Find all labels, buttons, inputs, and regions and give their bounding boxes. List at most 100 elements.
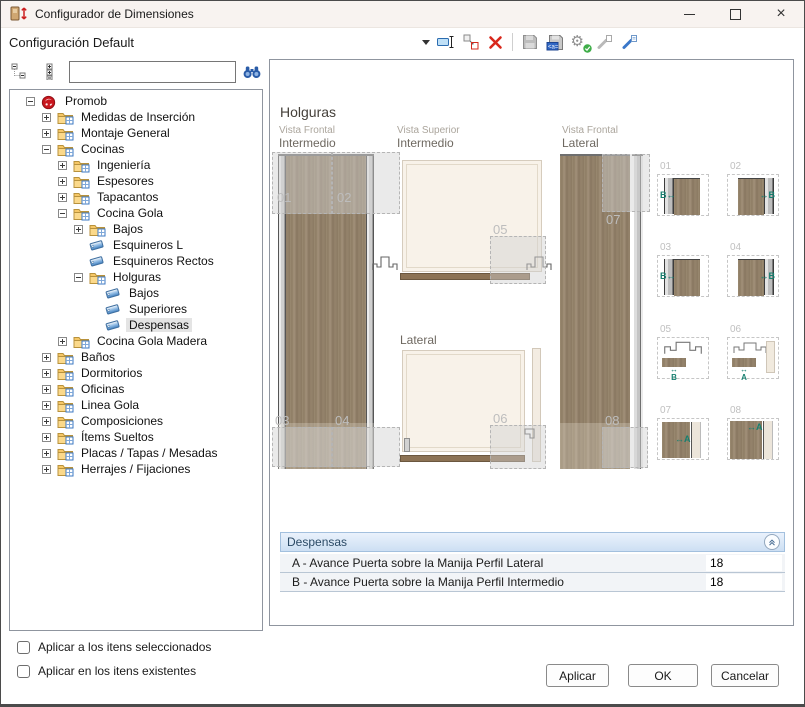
rename-config-icon[interactable] <box>433 31 458 53</box>
hinge-block <box>404 438 410 452</box>
collapse-icon[interactable] <box>58 209 67 218</box>
tree-item-herrajes-fijaciones[interactable]: Herrajes / Fijaciones <box>10 461 262 477</box>
tree-item-promob[interactable]: Promob <box>10 93 262 109</box>
dimension-value-input[interactable] <box>706 555 782 571</box>
cancelar-button[interactable]: Cancelar <box>711 664 779 687</box>
apply-config-icon[interactable]: ⚙ <box>567 31 592 53</box>
expand-icon[interactable] <box>58 193 67 202</box>
expand-icon[interactable] <box>58 337 67 346</box>
gola-profile-outline <box>733 340 767 356</box>
tree-item-ingenier-a[interactable]: Ingeniería <box>10 157 262 173</box>
tree-item-medidas-de-inserci-n[interactable]: Medidas de Inserción <box>10 109 262 125</box>
thumbnail-number: 02 <box>730 161 741 172</box>
expand-icon[interactable] <box>42 433 51 442</box>
tree-item-label: Bajos <box>110 222 146 236</box>
tree-item-composiciones[interactable]: Composiciones <box>10 413 262 429</box>
collapse-icon[interactable] <box>42 145 51 154</box>
maximize-button[interactable] <box>712 1 758 27</box>
tree-item-label: Medidas de Inserción <box>78 110 198 124</box>
folder-icon <box>57 367 74 380</box>
checkbox-aplicar-en-los-itens-existentes[interactable]: Aplicar en los itens existentes <box>17 661 196 681</box>
tree-item-ba-os[interactable]: Baños <box>10 349 262 365</box>
collapse-all-icon[interactable] <box>11 63 29 81</box>
checkbox-box[interactable] <box>17 641 30 654</box>
tree-item-label: Esquineros L <box>110 238 186 252</box>
tree-item-cocina-gola[interactable]: Cocina Gola <box>10 205 262 221</box>
folder-icon <box>57 111 74 124</box>
expand-icon[interactable] <box>42 129 51 138</box>
expand-icon[interactable] <box>42 369 51 378</box>
tree-item-placas-tapas-mesadas[interactable]: Placas / Tapas / Mesadas <box>10 445 262 461</box>
expand-icon[interactable] <box>58 177 67 186</box>
clearance-overlay-05: 05 <box>490 236 546 284</box>
window-controls: × <box>666 1 804 27</box>
tree-item-superiores[interactable]: Superiores <box>10 301 262 317</box>
tree-item-montaje-general[interactable]: Montaje General <box>10 125 262 141</box>
clearance-overlay-01: 01 <box>272 152 332 214</box>
expand-icon[interactable] <box>42 385 51 394</box>
save-script-icon[interactable]: <a= <box>542 31 567 53</box>
configuration-toolbar: Configuración Default <box>1 28 804 56</box>
tree-item-oficinas[interactable]: Oficinas <box>10 381 262 397</box>
checkbox-box[interactable] <box>17 665 30 678</box>
expand-icon[interactable] <box>42 417 51 426</box>
tree-item-esquineros-rectos[interactable]: Esquineros Rectos <box>10 253 262 269</box>
dimension-letter: ↔B <box>760 190 776 200</box>
collapse-icon[interactable] <box>74 273 83 282</box>
collapse-icon[interactable] <box>26 97 35 106</box>
expand-all-icon[interactable] <box>41 63 59 81</box>
expand-icon[interactable] <box>42 113 51 122</box>
expand-icon[interactable] <box>42 401 51 410</box>
tree-item-label: Superiores <box>126 302 190 316</box>
folder-icon <box>57 431 74 444</box>
expand-icon[interactable] <box>42 465 51 474</box>
dimension-value-input[interactable] <box>706 574 782 590</box>
detail-thumbnail-08: 08↔A <box>727 418 779 460</box>
tree-search-input[interactable] <box>69 61 236 83</box>
tree-item-cocinas[interactable]: Cocinas <box>10 141 262 157</box>
delete-config-icon[interactable] <box>483 31 508 53</box>
tree-item-linea-gola[interactable]: Linea Gola <box>10 397 262 413</box>
ok-button[interactable]: OK <box>628 664 698 687</box>
toolbar-icons: <a= ⚙ <box>419 28 642 56</box>
tag-icon <box>105 319 122 332</box>
thumbnail-number: 06 <box>730 324 741 335</box>
tree-item-tapacantos[interactable]: Tapacantos <box>10 189 262 205</box>
collapse-group-icon[interactable] <box>764 534 780 550</box>
thumbnail-number: 03 <box>660 242 671 253</box>
despensas-group-header[interactable]: Despensas <box>280 532 785 552</box>
expand-icon[interactable] <box>42 449 51 458</box>
tree-item-despensas[interactable]: Despensas <box>10 317 262 333</box>
thumbnail-number: 07 <box>660 405 671 416</box>
dropdown-caret-icon[interactable] <box>419 31 433 53</box>
aplicar-button[interactable]: Aplicar <box>546 664 609 687</box>
dimension-label: A - Avance Puerta sobre la Manija Perfil… <box>280 556 543 570</box>
tree-item-label: Cocinas <box>78 142 127 156</box>
tag-icon <box>105 287 122 300</box>
tree-item-tems-sueltos[interactable]: Ítems Sueltos <box>10 429 262 445</box>
expand-icon[interactable] <box>42 353 51 362</box>
duplicate-config-icon[interactable] <box>458 31 483 53</box>
folder-icon <box>57 463 74 476</box>
expand-icon[interactable] <box>74 225 83 234</box>
tree-item-dormitorios[interactable]: Dormitorios <box>10 365 262 381</box>
title-bar[interactable]: Configurador de Dimensiones × <box>1 1 804 28</box>
detail-thumbnail-07: 07↔A <box>657 418 709 460</box>
tree-item-esquineros-l[interactable]: Esquineros L <box>10 237 262 253</box>
dimension-label: B - Avance Puerta sobre la Manija Perfil… <box>280 575 564 589</box>
minimize-button[interactable] <box>666 1 712 27</box>
tree-item-label: Baños <box>78 350 118 364</box>
tree-item-bajos[interactable]: Bajos <box>10 221 262 237</box>
search-binoculars-icon[interactable] <box>242 62 263 82</box>
tree-item-cocina-gola-madera[interactable]: Cocina Gola Madera <box>10 333 262 349</box>
link-icon[interactable] <box>617 31 642 53</box>
tree-item-bajos[interactable]: Bajos <box>10 285 262 301</box>
tree-item-espesores[interactable]: Espesores <box>10 173 262 189</box>
dimension-letter: ↔A <box>732 366 756 382</box>
expand-icon[interactable] <box>58 161 67 170</box>
tree-item-holguras[interactable]: Holguras <box>10 269 262 285</box>
close-button[interactable]: × <box>758 1 804 27</box>
checkbox-aplicar-a-los-itens-seleccionados[interactable]: Aplicar a los itens seleccionados <box>17 637 211 657</box>
detail-thumbnail-05: 05↔B <box>657 337 709 379</box>
green-check-icon <box>583 44 592 53</box>
